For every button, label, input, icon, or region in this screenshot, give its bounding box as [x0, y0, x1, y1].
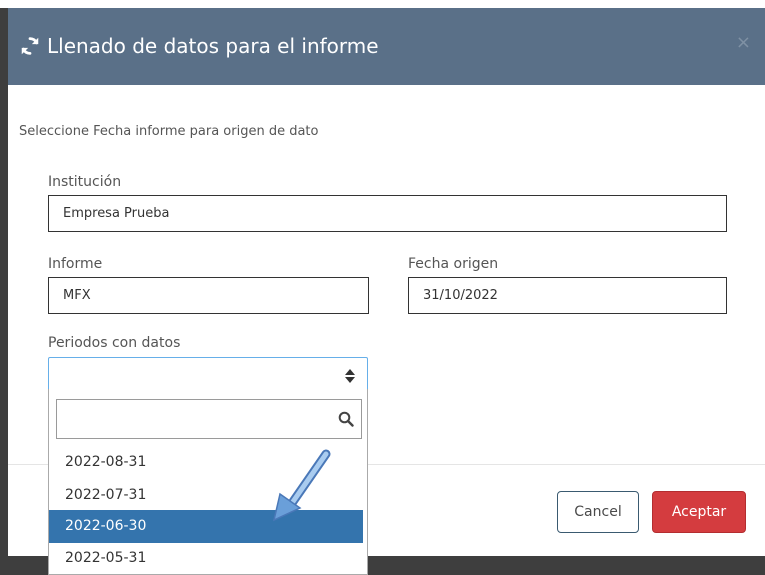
close-icon[interactable]: × — [736, 32, 751, 53]
periodos-dropdown: 2022-08-31 2022-07-31 2022-06-30 2022-05… — [48, 389, 368, 575]
refresh-icon — [21, 37, 39, 55]
dropdown-option[interactable]: 2022-07-31 — [49, 479, 363, 512]
dropdown-option[interactable]: 2022-05-31 — [49, 542, 363, 575]
fecha-origen-input[interactable]: 31/10/2022 — [408, 277, 727, 314]
sort-arrows-icon — [345, 369, 355, 383]
search-icon — [338, 411, 354, 427]
institucion-label: Institución — [48, 174, 122, 190]
informe-input[interactable]: MFX — [48, 277, 369, 314]
modal-subtitle: Seleccione Fecha informe para origen de … — [19, 124, 319, 139]
cancel-button[interactable]: Cancel — [557, 491, 639, 533]
dropdown-option[interactable]: 2022-08-31 — [49, 446, 363, 479]
modal-title-text: Llenado de datos para el informe — [47, 34, 379, 58]
institucion-input[interactable]: Empresa Prueba — [48, 195, 727, 232]
periodos-label: Periodos con datos — [48, 335, 181, 351]
modal-title: Llenado de datos para el informe — [19, 32, 379, 60]
accept-button[interactable]: Aceptar — [652, 491, 746, 533]
page-top-edge — [0, 0, 765, 8]
informe-label: Informe — [48, 256, 103, 272]
dropdown-option-selected[interactable]: 2022-06-30 — [49, 510, 363, 543]
modal-header: Llenado de datos para el informe × — [8, 8, 765, 85]
fecha-origen-label: Fecha origen — [408, 256, 499, 272]
dropdown-search-input[interactable] — [56, 399, 362, 439]
